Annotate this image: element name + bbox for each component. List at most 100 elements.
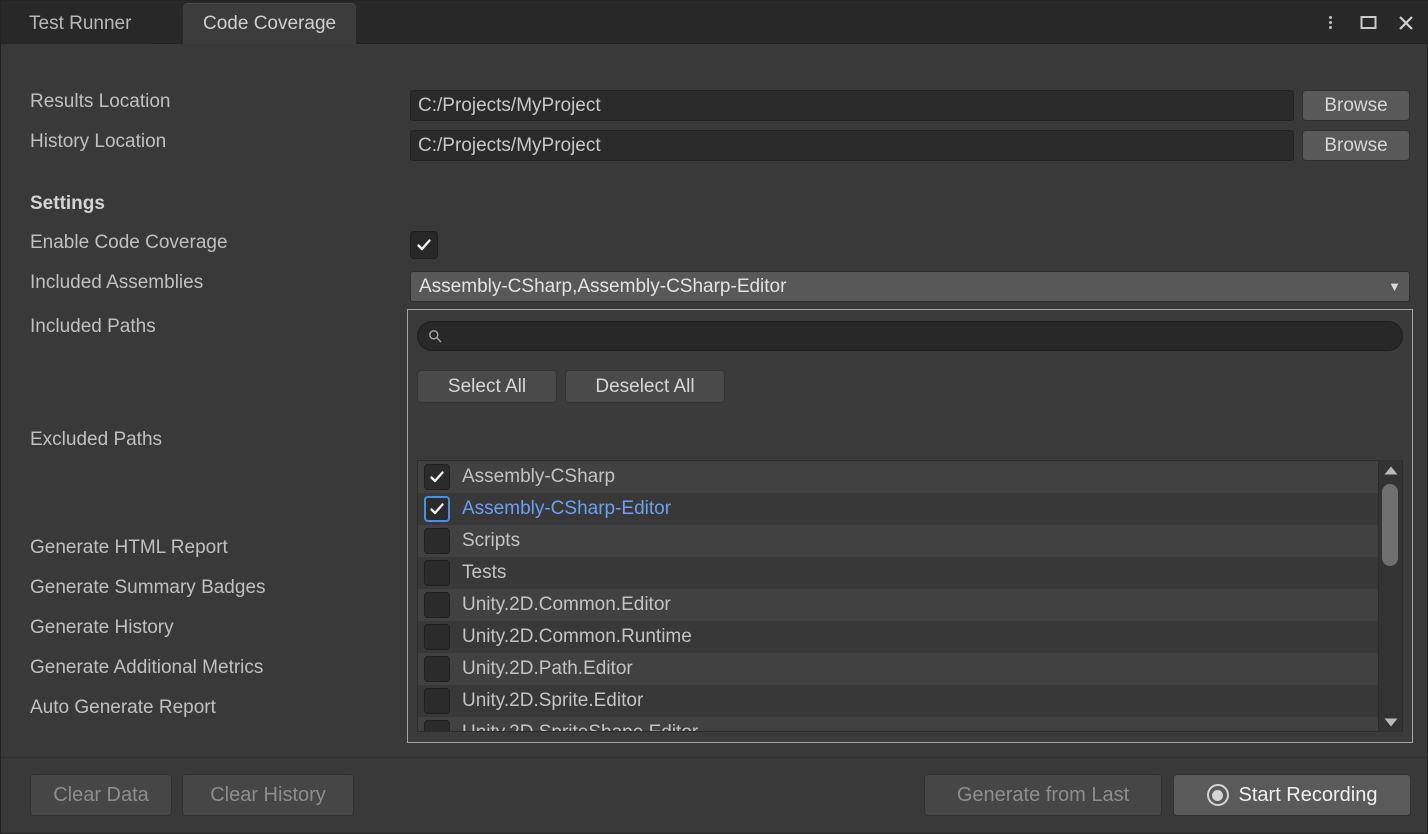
maximize-icon[interactable] — [1351, 6, 1385, 40]
search-icon — [428, 329, 442, 343]
tab-test-runner[interactable]: Test Runner — [9, 3, 151, 44]
list-item[interactable]: Unity.2D.SpriteShape.Editor — [418, 717, 1402, 732]
start-recording-button[interactable]: Start Recording — [1173, 774, 1411, 816]
start-recording-label: Start Recording — [1239, 784, 1378, 807]
deselect-all-button[interactable]: Deselect All — [565, 370, 725, 403]
included-paths-label: Included Paths — [30, 317, 156, 336]
history-location-label-row: History Location — [30, 132, 166, 151]
list-item[interactable]: Unity.2D.Path.Editor — [418, 653, 1402, 685]
list-item-checkbox[interactable] — [424, 624, 450, 650]
list-item-label: Unity.2D.Common.Runtime — [462, 626, 692, 648]
clear-data-button[interactable]: Clear Data — [30, 774, 172, 816]
list-item-checkbox[interactable] — [424, 528, 450, 554]
clear-history-button[interactable]: Clear History — [182, 774, 354, 816]
enable-code-coverage-label-row: Enable Code Coverage — [30, 233, 228, 252]
assemblies-search-input[interactable] — [448, 326, 1392, 346]
included-assemblies-dropdown[interactable]: Assembly-CSharp,Assembly-CSharp-Editor ▼ — [410, 271, 1410, 302]
assemblies-dropdown-popup: Select All Deselect All Assembly-CSharpA… — [407, 309, 1413, 743]
clear-data-label: Clear Data — [53, 784, 149, 807]
list-item[interactable]: Assembly-CSharp-Editor — [418, 493, 1402, 525]
window-controls — [1313, 1, 1423, 44]
footer-bar: Clear Data Clear History Generate from L… — [1, 757, 1427, 833]
list-item-label: Unity.2D.Path.Editor — [462, 658, 633, 680]
list-item[interactable]: Scripts — [418, 525, 1402, 557]
generate-history-label: Generate History — [30, 618, 174, 637]
results-location-input[interactable]: C:/Projects/MyProject — [410, 90, 1294, 121]
included-assemblies-label-row: Included Assemblies — [30, 273, 203, 292]
tab-bar: Test Runner Code Coverage — [1, 1, 1428, 44]
generate-from-last-label: Generate from Last — [957, 784, 1129, 807]
included-assemblies-label: Included Assemblies — [30, 273, 203, 292]
assemblies-list-rows: Assembly-CSharp Assembly-CSharp-Editor Scr… — [418, 461, 1402, 732]
list-item-label: Assembly-CSharp — [462, 466, 615, 488]
list-item-label: Scripts — [462, 530, 520, 552]
select-all-label: Select All — [448, 376, 526, 398]
list-item-checkbox[interactable] — [424, 656, 450, 682]
list-item[interactable]: Unity.2D.Common.Editor — [418, 589, 1402, 621]
excluded-paths-label: Excluded Paths — [30, 430, 162, 449]
close-icon[interactable] — [1389, 6, 1423, 40]
list-item-label: Unity.2D.Sprite.Editor — [462, 690, 643, 712]
scroll-down-arrow-icon[interactable] — [1379, 712, 1402, 732]
code-coverage-window: Test Runner Code Coverage — [0, 0, 1428, 834]
auto-generate-report-label-row: Auto Generate Report — [30, 698, 216, 717]
assemblies-search-field[interactable] — [417, 321, 1403, 351]
list-item-label: Unity.2D.Common.Editor — [462, 594, 671, 616]
excluded-paths-label-row: Excluded Paths — [30, 430, 162, 449]
generate-additional-metrics-label: Generate Additional Metrics — [30, 658, 263, 677]
generate-additional-metrics-label-row: Generate Additional Metrics — [30, 658, 263, 677]
history-location-label: History Location — [30, 132, 166, 151]
history-browse-button[interactable]: Browse — [1302, 130, 1410, 161]
tab-code-coverage-label: Code Coverage — [203, 13, 336, 35]
list-item-checkbox[interactable] — [424, 688, 450, 714]
list-item-label: Assembly-CSharp-Editor — [462, 498, 671, 520]
generate-history-label-row: Generate History — [30, 618, 174, 637]
included-paths-label-row: Included Paths — [30, 317, 156, 336]
scrollbar-thumb[interactable] — [1382, 484, 1398, 566]
generate-html-report-label: Generate HTML Report — [30, 538, 228, 557]
scrollbar-track[interactable] — [1379, 480, 1402, 712]
chevron-down-icon: ▼ — [1388, 279, 1401, 294]
generate-summary-badges-label: Generate Summary Badges — [30, 578, 266, 597]
results-browse-label: Browse — [1324, 95, 1387, 117]
history-location-value: C:/Projects/MyProject — [418, 135, 601, 157]
enable-code-coverage-label: Enable Code Coverage — [30, 233, 228, 252]
select-all-button[interactable]: Select All — [417, 370, 557, 403]
included-assemblies-value: Assembly-CSharp,Assembly-CSharp-Editor — [419, 276, 786, 298]
list-item-checkbox[interactable] — [424, 720, 450, 732]
list-item-checkbox[interactable] — [424, 560, 450, 586]
assemblies-list: Assembly-CSharp Assembly-CSharp-Editor Scr… — [417, 460, 1403, 732]
record-icon — [1207, 784, 1229, 806]
tab-test-runner-label: Test Runner — [29, 13, 131, 35]
scroll-up-arrow-icon[interactable] — [1379, 460, 1402, 480]
enable-code-coverage-checkbox[interactable] — [410, 231, 438, 259]
list-item-checkbox[interactable] — [424, 496, 450, 522]
list-item[interactable]: Unity.2D.Common.Runtime — [418, 621, 1402, 653]
settings-heading: Settings — [30, 194, 105, 213]
check-icon — [416, 237, 432, 253]
history-location-input[interactable]: C:/Projects/MyProject — [410, 130, 1294, 161]
deselect-all-label: Deselect All — [595, 376, 694, 398]
list-item[interactable]: Tests — [418, 557, 1402, 589]
kebab-menu-icon[interactable] — [1313, 6, 1347, 40]
list-item[interactable]: Unity.2D.Sprite.Editor — [418, 685, 1402, 717]
results-location-value: C:/Projects/MyProject — [418, 95, 601, 117]
generate-html-report-label-row: Generate HTML Report — [30, 538, 228, 557]
tab-code-coverage[interactable]: Code Coverage — [183, 3, 356, 44]
generate-summary-badges-label-row: Generate Summary Badges — [30, 578, 266, 597]
generate-from-last-button[interactable]: Generate from Last — [924, 774, 1162, 816]
list-item-label: Tests — [462, 562, 506, 584]
content-area: Results Location C:/Projects/MyProject B… — [1, 44, 1427, 833]
list-item[interactable]: Assembly-CSharp — [418, 461, 1402, 493]
settings-heading-row: Settings — [30, 194, 105, 213]
history-browse-label: Browse — [1324, 135, 1387, 157]
list-item-checkbox[interactable] — [424, 464, 450, 490]
assemblies-list-scrollbar[interactable] — [1378, 460, 1402, 732]
clear-history-label: Clear History — [210, 784, 326, 807]
results-location-label-row: Results Location — [30, 92, 170, 111]
results-browse-button[interactable]: Browse — [1302, 90, 1410, 121]
auto-generate-report-label: Auto Generate Report — [30, 698, 216, 717]
list-item-checkbox[interactable] — [424, 592, 450, 618]
list-item-label: Unity.2D.SpriteShape.Editor — [462, 722, 698, 732]
results-location-label: Results Location — [30, 92, 170, 111]
